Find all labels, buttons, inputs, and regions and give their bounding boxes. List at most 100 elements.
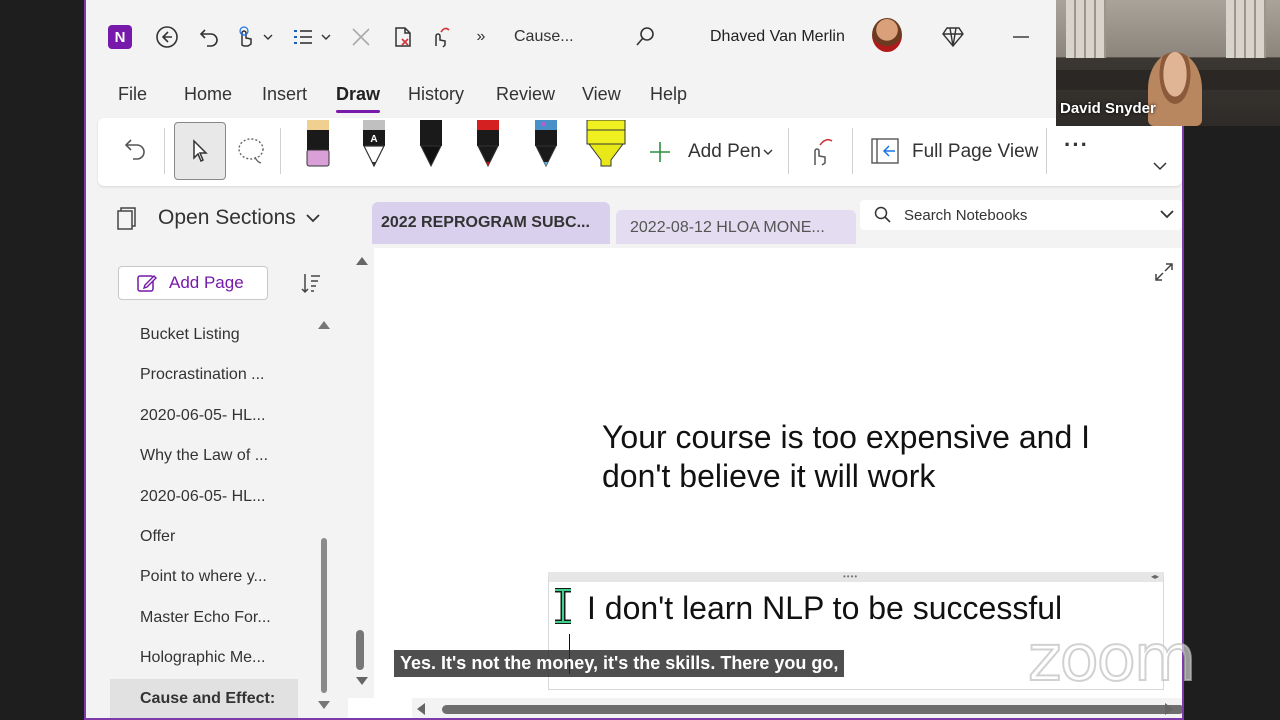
page-item[interactable]: Master Echo For...	[140, 609, 271, 627]
menu-history[interactable]: History	[408, 84, 464, 105]
expand-icon[interactable]	[1154, 262, 1174, 282]
canvas-vscroll-thumb[interactable]	[356, 630, 364, 670]
ink-touch-icon[interactable]	[428, 24, 454, 50]
close-icon[interactable]	[348, 24, 374, 50]
page-item-selected[interactable]: Cause and Effect:	[110, 679, 298, 718]
ribbon-separator	[852, 128, 853, 174]
participant-name: David Snyder	[1060, 100, 1156, 117]
minimize-icon[interactable]	[1008, 26, 1034, 48]
canvas-hscroll-thumb[interactable]	[442, 705, 1182, 714]
list-chevron-icon[interactable]	[320, 30, 332, 44]
page-title: Cause...	[514, 28, 574, 45]
ribbon-collapse-chevron-icon[interactable]	[1152, 158, 1168, 174]
open-sections-label: Open Sections	[158, 206, 296, 229]
page-list-scroll-down-icon[interactable]	[318, 700, 330, 710]
video-background-window	[1226, 0, 1266, 58]
sort-pages-icon[interactable]	[300, 272, 322, 296]
page-item[interactable]: 2020-06-05- HL...	[140, 488, 265, 506]
add-page-button[interactable]: Add Page	[118, 266, 268, 300]
section-tab-hloa[interactable]: 2022-08-12 HLOA MONE...	[616, 210, 856, 244]
onenote-logo-icon: N	[108, 25, 132, 49]
galaxy-pen-icon[interactable]	[533, 120, 559, 168]
open-sections-chevron-icon	[306, 213, 320, 223]
full-page-view-label[interactable]: Full Page View	[912, 141, 1038, 163]
title-bar: N » Cause... Dhaved Van Merlin	[86, 0, 1182, 74]
menu-file[interactable]: File	[118, 84, 147, 105]
lasso-select-icon[interactable]	[234, 134, 268, 168]
section-tab-reprogram[interactable]: 2022 REPROGRAM SUBC...	[372, 202, 610, 244]
ribbon-separator	[1046, 128, 1047, 174]
video-background-window	[1066, 0, 1106, 58]
touch-mode-icon[interactable]	[232, 24, 258, 50]
menu-home[interactable]: Home	[184, 84, 232, 105]
page-item[interactable]: 2020-06-05- HL...	[140, 407, 265, 425]
note-text-objection[interactable]: Your course is too expensive and I don't…	[602, 418, 1162, 496]
add-pen-chevron-icon[interactable]	[762, 146, 774, 158]
page-item[interactable]: Holographic Me...	[140, 649, 265, 667]
overflow-chevron-icon[interactable]: »	[472, 28, 490, 46]
page-list: Add Page Bucket Listing Procrastination …	[100, 248, 346, 718]
yellow-highlighter-icon[interactable]	[585, 120, 627, 168]
menu-bar: File Home Insert Draw History Review Vie…	[86, 74, 1182, 116]
red-pen-icon[interactable]	[475, 120, 501, 168]
note-text-nlp[interactable]: I don't learn NLP to be successful	[587, 590, 1062, 627]
note-drag-handle-icon[interactable]: ••••	[843, 572, 858, 581]
canvas-horizontal-scrollbar[interactable]	[412, 698, 1182, 718]
select-tool-button[interactable]	[174, 122, 226, 180]
page-list-scrollbar-thumb[interactable]	[321, 538, 327, 693]
draw-ribbon: A Add Pen Full Page View ···	[98, 118, 1182, 186]
avatar[interactable]	[872, 18, 902, 52]
undo-icon[interactable]	[196, 24, 222, 50]
page-item[interactable]: Why the Law of ...	[140, 447, 268, 465]
participant-video-person	[1148, 52, 1202, 126]
ribbon-undo-icon[interactable]	[120, 134, 150, 164]
document-delete-icon[interactable]	[390, 24, 416, 50]
user-name[interactable]: Dhaved Van Merlin	[710, 28, 845, 46]
pencil-pen-icon[interactable]: A	[361, 120, 387, 168]
add-pen-plus-icon[interactable]	[646, 138, 674, 166]
search-scope-chevron-icon[interactable]	[1160, 209, 1174, 219]
svg-text:A: A	[370, 134, 377, 145]
black-pen-icon[interactable]	[418, 120, 444, 168]
section-bar: Open Sections 2022 REPROGRAM SUBC... 202…	[86, 196, 1182, 244]
touch-chevron-icon[interactable]	[262, 30, 274, 44]
full-page-view-icon[interactable]	[870, 136, 900, 166]
search-icon[interactable]	[632, 24, 658, 50]
participant-video-tile[interactable]: David Snyder	[1056, 0, 1280, 126]
menu-view[interactable]: View	[582, 84, 621, 105]
open-sections-button[interactable]: Open Sections	[116, 206, 320, 230]
back-icon[interactable]	[154, 24, 180, 50]
search-notebooks-field[interactable]: Search Notebooks	[860, 200, 1182, 230]
canvas-vertical-scrollbar[interactable]	[348, 248, 374, 698]
canvas-scroll-right-icon[interactable]	[1164, 703, 1174, 715]
menu-insert[interactable]: Insert	[262, 84, 307, 105]
page-item[interactable]: Point to where y...	[140, 568, 267, 586]
menu-review[interactable]: Review	[496, 84, 555, 105]
page-item[interactable]: Bucket Listing	[140, 326, 240, 344]
draw-with-touch-icon[interactable]	[804, 134, 838, 168]
more-options-button[interactable]: ···	[1064, 132, 1089, 158]
menu-draw[interactable]: Draw	[336, 84, 380, 105]
menu-help[interactable]: Help	[650, 84, 687, 105]
onenote-window: N » Cause... Dhaved Van Merlin File Home…	[84, 0, 1184, 720]
search-notebooks-placeholder: Search Notebooks	[904, 206, 1028, 224]
list-icon[interactable]	[290, 24, 316, 50]
highlighter-pen-icon[interactable]	[305, 120, 331, 168]
canvas-scroll-down-icon[interactable]	[356, 676, 368, 686]
page-list-scroll-up-icon[interactable]	[318, 320, 330, 330]
active-tab-indicator	[336, 110, 380, 113]
page-item[interactable]: Procrastination ...	[140, 366, 265, 384]
ribbon-separator	[164, 128, 165, 174]
live-caption: Yes. It's not the money, it's the skills…	[394, 650, 845, 677]
premium-diamond-icon[interactable]	[940, 24, 966, 50]
canvas-scroll-left-icon[interactable]	[416, 703, 426, 715]
page-item[interactable]: Offer	[140, 528, 175, 546]
note-resize-arrows-icon[interactable]: ◂▸	[1151, 572, 1159, 581]
notebook-icon	[116, 206, 138, 230]
add-pen-label[interactable]: Add Pen	[688, 141, 761, 163]
search-notebooks-icon	[874, 206, 892, 224]
add-page-label: Add Page	[169, 273, 244, 292]
zoom-watermark-logo: zoom	[1027, 621, 1197, 697]
canvas-scroll-up-icon[interactable]	[356, 256, 368, 266]
text-cursor-icon	[551, 588, 575, 624]
